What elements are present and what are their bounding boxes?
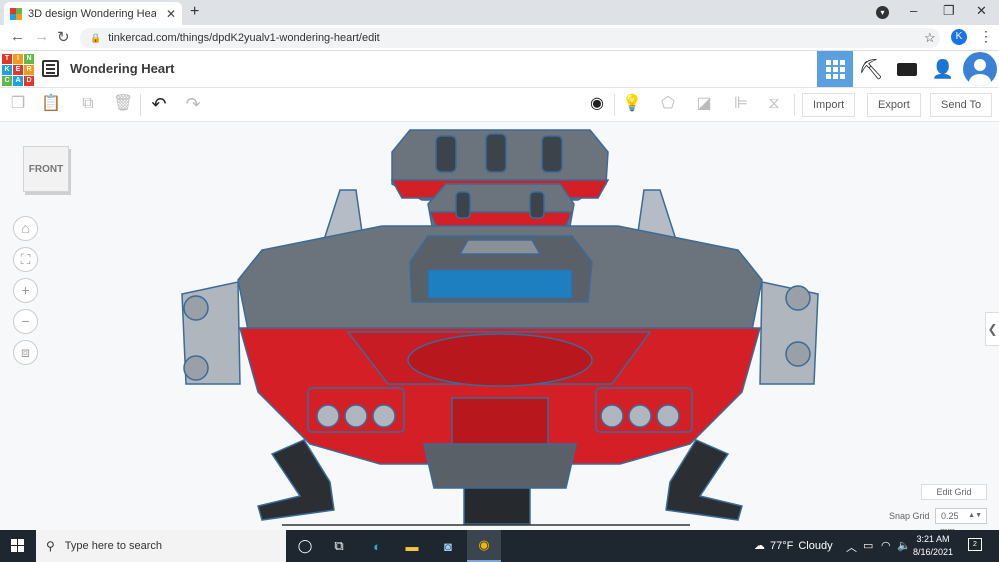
logo-letter: N	[24, 54, 34, 64]
app-header: T I N K E R C A D Wondering Heart ⛏ 👤	[0, 51, 999, 88]
file-explorer-icon[interactable]: ▬	[395, 530, 429, 562]
undo-icon[interactable]: ↶	[149, 94, 169, 114]
browser-tab[interactable]: 3D design Wondering Heart | Tin ✕	[4, 2, 182, 25]
user-avatar[interactable]	[963, 52, 997, 86]
bricks-view-button[interactable]	[889, 51, 925, 87]
import-button[interactable]: Import	[802, 93, 856, 117]
copy-icon[interactable]: ❐	[8, 94, 28, 114]
task-view-icon[interactable]: ⧉	[322, 530, 356, 562]
battery-icon[interactable]: ▭	[863, 539, 873, 552]
notes-tool-icon[interactable]: ◉	[587, 94, 607, 114]
snap-grid-value: 0.25	[941, 511, 959, 521]
camera-app-icon[interactable]: ◙	[431, 530, 465, 562]
design-list-icon[interactable]	[42, 60, 59, 77]
paste-icon[interactable]: 📋	[41, 94, 61, 114]
toolbar-divider	[614, 94, 615, 116]
chrome-icon[interactable]: ◉	[467, 530, 501, 562]
clock-date: 8/16/2021	[912, 547, 954, 557]
logo-letter: R	[24, 65, 34, 75]
left-landing-leg	[257, 439, 335, 521]
weather-description: Cloudy	[798, 539, 833, 552]
reload-icon[interactable]: ↻	[57, 28, 70, 46]
snap-grid-select[interactable]: 0.25 ▲▼	[935, 508, 987, 524]
wifi-icon[interactable]: ◠	[881, 539, 891, 552]
tab-close-icon[interactable]: ✕	[166, 7, 176, 21]
blocks-view-button[interactable]: ⛏	[853, 51, 889, 87]
editor-toolbar: ❐ 📋 ⧉ 🗑 ↶ ↷ ◉ 💡 ⬠ ◪ ⊫ ⧖ Import Export Se…	[0, 88, 999, 122]
logo-letter: K	[2, 65, 12, 75]
forward-icon[interactable]: →	[34, 28, 49, 45]
chrome-profile-menu-icon[interactable]: ▾	[876, 6, 889, 19]
duplicate-icon[interactable]: ⧉	[78, 94, 98, 114]
logo-letter: I	[13, 54, 23, 64]
3d-view-button[interactable]	[817, 51, 853, 87]
align-icon[interactable]: ⊫	[731, 94, 751, 114]
logo-letter: C	[2, 76, 12, 86]
weather-temperature: 77°F	[770, 539, 794, 552]
invite-button[interactable]: 👤	[925, 51, 961, 87]
right-landing-leg	[665, 439, 743, 521]
edit-grid-button[interactable]: Edit Grid	[921, 484, 987, 500]
clock-time: 3:21 AM	[916, 534, 950, 544]
ungroup-icon[interactable]: ◪	[694, 94, 714, 114]
logo-letter: A	[13, 76, 23, 86]
address-bar-row: ← → ↻ 🔒 tinkercad.com/things/dpdK2yualv1…	[0, 25, 999, 51]
send-to-button[interactable]: Send To	[930, 93, 993, 117]
tinkercad-logo[interactable]: T I N K E R C A D	[2, 54, 34, 86]
tray-chevron-icon[interactable]: ︿	[846, 539, 857, 555]
search-icon: ⚲	[46, 539, 55, 553]
back-icon[interactable]: ←	[10, 28, 25, 45]
maximize-button[interactable]: ❐	[943, 3, 955, 19]
design-title[interactable]: Wondering Heart	[70, 61, 175, 76]
brick-icon	[897, 62, 917, 76]
redo-icon[interactable]: ↷	[183, 94, 203, 114]
taskbar-search-box[interactable]: ⚲ Type here to search	[36, 530, 286, 562]
minimize-button[interactable]: –	[910, 3, 917, 18]
group-icon[interactable]: ⬠	[658, 94, 678, 114]
browser-tab-strip: 3D design Wondering Heart | Tin ✕ + ▾ – …	[0, 0, 999, 25]
lock-icon: 🔒	[90, 32, 102, 43]
windows-taskbar: ⚲ Type here to search ◯ ⧉ ◐ ▬ ◙ ◉ ☁ 77°F…	[0, 530, 999, 562]
windows-start-icon[interactable]	[11, 539, 24, 552]
logo-letter: E	[13, 65, 23, 75]
lightbulb-icon[interactable]: 💡	[622, 94, 642, 114]
url-text: tinkercad.com/things/dpdK2yualv1-wonderi…	[108, 32, 380, 44]
logo-letter: D	[24, 76, 34, 86]
system-clock[interactable]: 3:21 AM 8/16/2021	[905, 533, 961, 559]
add-person-icon: 👤	[931, 58, 955, 79]
bookmark-star-icon[interactable]: ☆	[924, 30, 936, 46]
toolbar-divider	[794, 94, 795, 116]
cloud-icon: ☁	[754, 540, 765, 552]
close-window-button[interactable]: ✕	[976, 3, 987, 19]
workplane-viewport[interactable]: FRONT ⌂ ⛶ + − ⧈ ❮ Edit Grid Snap Grid 0.…	[0, 122, 999, 530]
shapes-panel-toggle[interactable]: ❮	[985, 312, 999, 346]
tinkercad-favicon-icon	[10, 7, 22, 20]
snap-grid-label: Snap Grid	[889, 511, 930, 521]
new-tab-button[interactable]: +	[190, 3, 199, 21]
edge-icon[interactable]: ◐	[360, 530, 394, 562]
url-field[interactable]: 🔒 tinkercad.com/things/dpdK2yualv1-wonde…	[80, 28, 940, 48]
pickaxe-icon: ⛏	[858, 58, 884, 81]
tab-title: 3D design Wondering Heart | Tin	[28, 7, 156, 20]
notification-center-icon[interactable]: 2	[968, 538, 982, 551]
dropdown-arrow-icon: ▲▼	[968, 512, 982, 519]
logo-letter: T	[2, 54, 12, 64]
mirror-icon[interactable]: ⧖	[764, 94, 784, 114]
spaceship-3d-model[interactable]	[0, 122, 999, 530]
grid-icon	[825, 59, 845, 79]
cortana-icon[interactable]: ◯	[288, 530, 322, 562]
delete-icon[interactable]: 🗑	[113, 94, 133, 114]
profile-avatar[interactable]: K	[951, 29, 967, 45]
toolbar-divider	[140, 94, 141, 116]
browser-menu-icon[interactable]: ⋮	[979, 28, 993, 45]
search-placeholder: Type here to search	[64, 540, 163, 552]
weather-widget[interactable]: ☁ 77°F Cloudy	[754, 539, 833, 553]
export-button[interactable]: Export	[867, 93, 921, 117]
